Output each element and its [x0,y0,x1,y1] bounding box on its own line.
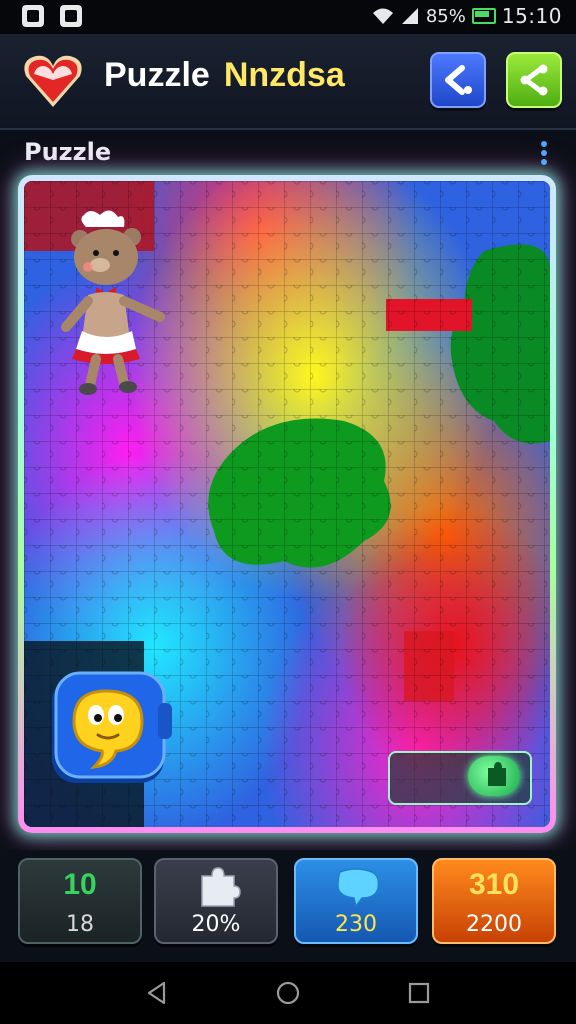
share-icon [520,64,548,96]
back-arrow-icon [445,65,472,95]
puzzle-piece-icon [201,867,241,907]
notification-icon [22,5,44,27]
section-header: Puzzle [0,130,576,174]
stat-card-progress[interactable]: 20% [154,858,278,944]
app-notification-icon [60,5,82,27]
stat-value-top: 10 [63,868,97,901]
puzzle-piece-icon [488,762,506,786]
app-title-word2: Nnzdsa [223,56,345,94]
stat-card-moves[interactable]: 10 18 [18,858,142,944]
battery-percent: 85% [425,5,466,27]
app-title-word1: Puzzle [104,56,210,94]
stat-value-bottom: 2200 [466,912,522,937]
slider-knob[interactable] [468,756,520,796]
stats-bar: 10 18 20% 230 310 2200 [0,850,576,962]
bear-character [61,210,165,395]
more-options-icon[interactable] [540,140,548,166]
puzzle-area[interactable] [24,181,550,827]
wifi-icon [372,8,393,24]
heart-icon[interactable] [22,52,84,110]
app-header: Puzzle Nnzdsa [0,34,576,130]
signal-icon [401,8,418,24]
stat-value-bottom: 18 [66,912,94,937]
stat-card-score[interactable]: 310 2200 [432,858,556,944]
stat-value-top: 310 [468,868,520,901]
share-button[interactable] [506,52,562,108]
nav-home-icon[interactable] [275,980,301,1006]
nav-back-icon[interactable] [144,980,170,1006]
speech-mascot-icon[interactable] [46,663,176,793]
status-bar: 85% 15:10 [0,0,576,34]
stat-card-chat[interactable]: 230 [294,858,418,944]
clock: 15:10 [501,4,562,28]
toggle-slider[interactable] [388,751,532,805]
stat-value-bottom: 20% [191,912,241,937]
battery-icon [471,8,496,24]
nav-recents-icon[interactable] [406,980,432,1006]
speech-bubble-icon [337,868,380,908]
section-title: Puzzle [24,138,112,166]
stat-value-bottom: 230 [335,912,377,937]
system-nav-bar [0,962,576,1024]
puzzle-board[interactable] [18,175,556,833]
app-title: Puzzle Nnzdsa [104,56,345,95]
back-button[interactable] [430,52,486,108]
